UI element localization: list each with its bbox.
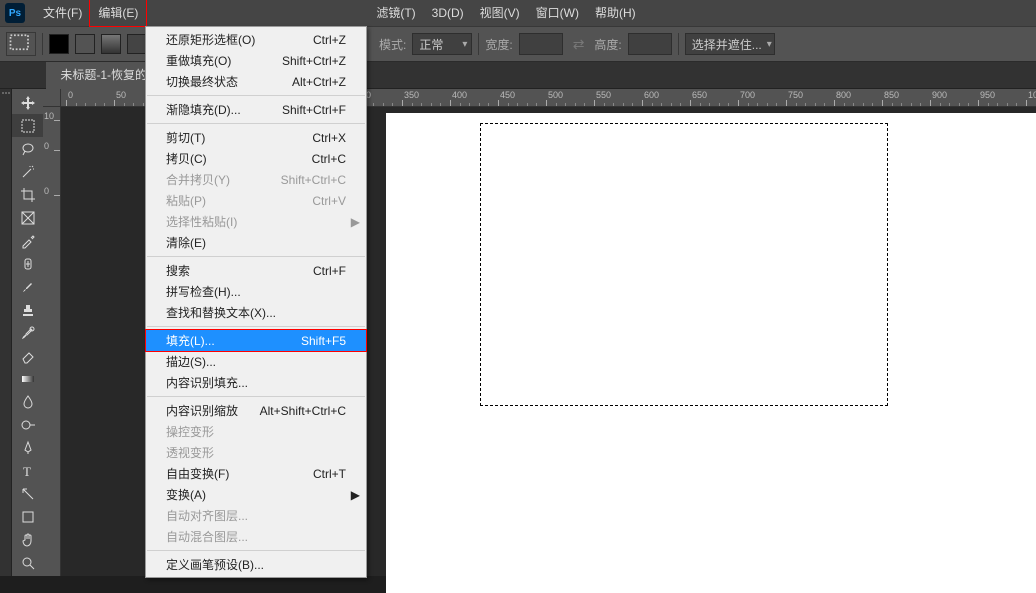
mode-label: 模式: — [379, 36, 406, 53]
menu-item[interactable]: 还原矩形选框(O)Ctrl+Z — [146, 29, 366, 50]
hand-tool-icon[interactable] — [12, 528, 43, 551]
menu-item: 粘贴(P)Ctrl+V — [146, 190, 366, 211]
menu-item: 自动对齐图层... — [146, 505, 366, 526]
ruler-vertical: 10000 — [43, 107, 61, 576]
document-tab[interactable]: 未标题-1-恢复的 — [46, 62, 161, 89]
selection-marquee[interactable] — [480, 123, 888, 406]
menu-item[interactable]: 清除(E) — [146, 232, 366, 253]
move-tool-icon[interactable] — [12, 91, 43, 114]
healing-tool-icon[interactable] — [12, 252, 43, 275]
menu-item[interactable]: 内容识别填充... — [146, 372, 366, 393]
marquee-tool-icon[interactable] — [12, 114, 43, 137]
menu-item[interactable]: 内容识别缩放Alt+Shift+Ctrl+C — [146, 400, 366, 421]
stamp-tool-icon[interactable] — [12, 298, 43, 321]
toolbox: T — [12, 89, 43, 576]
width-input[interactable] — [519, 33, 563, 55]
menu-help[interactable]: 帮助(H) — [587, 0, 644, 26]
menu-item: 操控变形 — [146, 421, 366, 442]
ruler-corner — [43, 89, 61, 107]
swap-icon[interactable]: ⇄ — [569, 36, 589, 53]
frame-tool-icon[interactable] — [12, 206, 43, 229]
select-and-mask-button[interactable]: 选择并遮住... — [685, 33, 775, 55]
height-label: 高度: — [594, 36, 621, 53]
menu-item[interactable]: 剪切(T)Ctrl+X — [146, 127, 366, 148]
menu-item[interactable]: 搜索Ctrl+F — [146, 260, 366, 281]
menu-view[interactable]: 视图(V) — [472, 0, 528, 26]
menu-filter[interactable]: 滤镜(T) — [368, 0, 423, 26]
swatch-black[interactable] — [49, 34, 69, 54]
height-input[interactable] — [628, 33, 672, 55]
menu-item[interactable]: 填充(L)...Shift+F5 — [146, 330, 366, 351]
menu-item[interactable]: 变换(A)▶ — [146, 484, 366, 505]
history-brush-icon[interactable] — [12, 321, 43, 344]
menu-item: 自动混合图层... — [146, 526, 366, 547]
menu-item[interactable]: 拼写检查(H)... — [146, 281, 366, 302]
dodge-tool-icon[interactable] — [12, 413, 43, 436]
svg-text:T: T — [23, 464, 31, 479]
menu-item[interactable]: 渐隐填充(D)...Shift+Ctrl+F — [146, 99, 366, 120]
document-canvas[interactable] — [386, 113, 1036, 593]
eyedropper-tool-icon[interactable] — [12, 229, 43, 252]
brush-tool-icon[interactable] — [12, 275, 43, 298]
menu-item[interactable]: 切换最终状态Alt+Ctrl+Z — [146, 71, 366, 92]
swatch-grad[interactable] — [101, 34, 121, 54]
menubar: Ps 文件(F) 编辑(E) 滤镜(T) 3D(D) 视图(V) 窗口(W) 帮… — [0, 0, 1036, 26]
menu-window[interactable]: 窗口(W) — [528, 0, 587, 26]
mode-dropdown[interactable]: 正常 — [412, 33, 472, 55]
blur-tool-icon[interactable] — [12, 390, 43, 413]
swatch-dark[interactable] — [127, 34, 147, 54]
menu-item[interactable]: 拷贝(C)Ctrl+C — [146, 148, 366, 169]
panel-grip[interactable] — [0, 89, 12, 576]
type-tool-icon[interactable]: T — [12, 459, 43, 482]
menu-item[interactable]: 查找和替换文本(X)... — [146, 302, 366, 323]
menu-file[interactable]: 文件(F) — [35, 0, 90, 26]
ps-logo: Ps — [5, 3, 25, 23]
edit-menu-dropdown: 还原矩形选框(O)Ctrl+Z重做填充(O)Shift+Ctrl+Z切换最终状态… — [145, 26, 367, 578]
shape-tool-icon[interactable] — [12, 505, 43, 528]
menu-item[interactable]: 定义画笔预设(B)... — [146, 554, 366, 575]
wand-tool-icon[interactable] — [12, 160, 43, 183]
swatch-grey[interactable] — [75, 34, 95, 54]
lasso-tool-icon[interactable] — [12, 137, 43, 160]
menu-item: 透视变形 — [146, 442, 366, 463]
menu-item[interactable]: 自由变换(F)Ctrl+T — [146, 463, 366, 484]
menu-item[interactable]: 描边(S)... — [146, 351, 366, 372]
path-tool-icon[interactable] — [12, 482, 43, 505]
menu-3d[interactable]: 3D(D) — [424, 0, 472, 26]
crop-tool-icon[interactable] — [12, 183, 43, 206]
zoom-tool-icon[interactable] — [12, 551, 43, 574]
menu-item: 合并拷贝(Y)Shift+Ctrl+C — [146, 169, 366, 190]
menu-edit[interactable]: 编辑(E) — [90, 0, 146, 26]
tool-preset-icon[interactable] — [6, 32, 36, 56]
menu-item: 选择性粘贴(I)▶ — [146, 211, 366, 232]
pen-tool-icon[interactable] — [12, 436, 43, 459]
gradient-tool-icon[interactable] — [12, 367, 43, 390]
width-label: 宽度: — [485, 36, 512, 53]
eraser-tool-icon[interactable] — [12, 344, 43, 367]
menu-item[interactable]: 重做填充(O)Shift+Ctrl+Z — [146, 50, 366, 71]
